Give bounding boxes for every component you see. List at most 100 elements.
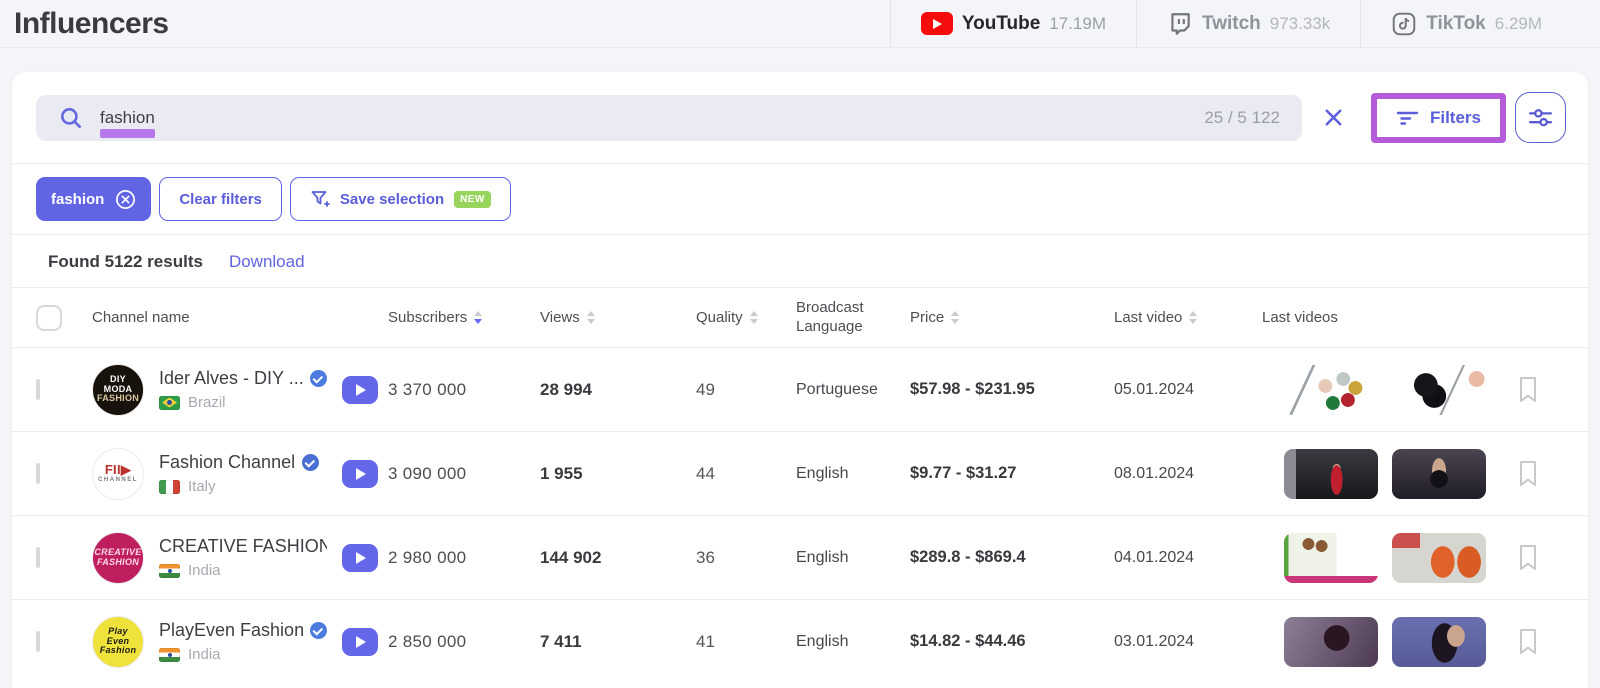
search-row: fashion 25 / 5 122 Filters [12, 72, 1588, 163]
results-counter: 25 / 5 122 [1204, 108, 1280, 128]
advanced-filters-button[interactable] [1515, 92, 1566, 143]
tab-youtube[interactable]: YouTube 17.19M [890, 0, 1136, 48]
youtube-play-button[interactable] [342, 460, 378, 488]
avatar: CREATIVE FASHION [92, 532, 144, 584]
filter-chip-label: fashion [51, 191, 104, 208]
select-all-checkbox[interactable] [36, 305, 62, 331]
verified-icon [310, 370, 327, 387]
search-icon [58, 105, 84, 131]
download-link[interactable]: Download [229, 252, 305, 272]
influencers-panel: fashion 25 / 5 122 Filters [12, 72, 1588, 688]
youtube-play-button[interactable] [342, 544, 378, 572]
tab-tiktok[interactable]: TikTok 6.29M [1360, 0, 1572, 48]
active-filters-row: fashion Clear filters Save selection [12, 164, 1588, 234]
verified-icon [310, 622, 327, 639]
channel-name[interactable]: CREATIVE FASHION [159, 536, 327, 557]
sort-icon-price[interactable] [951, 311, 959, 324]
sort-icon-views[interactable] [587, 311, 595, 324]
twitch-icon [1167, 11, 1193, 37]
page-title: Influencers [14, 7, 169, 41]
video-thumbnail[interactable] [1392, 449, 1486, 499]
results-row: Found 5122 results Download [12, 235, 1588, 287]
bookmark-button[interactable] [1517, 544, 1539, 571]
search-highlight-marker [100, 129, 155, 138]
channel-name[interactable]: PlayEven Fashions [159, 620, 303, 641]
channel-name[interactable]: Ider Alves - DIY ... [159, 368, 303, 389]
header-last-video[interactable]: Last video [1114, 309, 1262, 326]
search-input[interactable]: fashion 25 / 5 122 [36, 95, 1302, 141]
youtube-icon [921, 12, 953, 35]
table-header-row: Channel name Subscribers Views Quality B… [12, 288, 1588, 347]
filter-chip-fashion[interactable]: fashion [36, 177, 151, 221]
header-price[interactable]: Price [910, 309, 1114, 326]
last-video-date: 05.01.2024 [1114, 381, 1262, 399]
sliders-icon [1527, 104, 1554, 131]
tab-twitch[interactable]: Twitch 973.33k [1136, 0, 1360, 48]
views-value: 1 955 [540, 464, 696, 484]
country-flag [159, 648, 180, 662]
quality-value: 36 [696, 548, 796, 568]
new-badge: NEW [454, 191, 491, 208]
youtube-play-button[interactable] [342, 376, 378, 404]
row-checkbox[interactable] [36, 547, 40, 568]
quality-value: 49 [696, 380, 796, 400]
header-last-videos: Last videos [1262, 309, 1488, 326]
language-value: English [796, 633, 910, 651]
bookmark-button[interactable] [1517, 460, 1539, 487]
filters-highlight-annotation: Filters [1371, 93, 1506, 143]
video-thumbnail[interactable] [1392, 617, 1486, 667]
language-value: Portuguese [796, 381, 910, 399]
header-subscribers[interactable]: Subscribers [388, 309, 540, 326]
price-value: $14.82 - $44.46 [910, 632, 1114, 651]
video-thumbnail[interactable] [1284, 449, 1378, 499]
youtube-play-button[interactable] [342, 628, 378, 656]
sort-icon-last-video[interactable] [1189, 311, 1197, 324]
header-quality[interactable]: Quality [696, 309, 796, 326]
bookmark-button[interactable] [1517, 376, 1539, 403]
video-thumbnail[interactable] [1284, 533, 1378, 583]
save-selection-button[interactable]: Save selection NEW [290, 177, 511, 221]
country-flag [159, 396, 180, 410]
views-value: 144 902 [540, 548, 696, 568]
price-value: $57.98 - $231.95 [910, 380, 1114, 399]
row-checkbox[interactable] [36, 379, 40, 400]
topbar: Influencers YouTube 17.19M Twitch 973.33… [0, 0, 1600, 48]
table-row: FII▶ CHANNEL Fashion Channel Italy 3 090… [12, 431, 1588, 515]
chip-remove-icon[interactable] [115, 189, 136, 210]
bookmark-button[interactable] [1517, 628, 1539, 655]
tab-label: YouTube [962, 13, 1040, 35]
avatar: DIY MODA FASHION [92, 364, 144, 416]
video-thumbnail[interactable] [1284, 617, 1378, 667]
quality-value: 44 [696, 464, 796, 484]
row-checkbox[interactable] [36, 463, 40, 484]
table-row: CREATIVE FASHION CREATIVE FASHION India … [12, 515, 1588, 599]
video-thumbnail[interactable] [1392, 365, 1486, 415]
views-value: 7 411 [540, 632, 696, 652]
sort-icon-quality[interactable] [750, 311, 758, 324]
avatar: FII▶ CHANNEL [92, 448, 144, 500]
clear-filters-button[interactable]: Clear filters [159, 177, 282, 221]
row-checkbox[interactable] [36, 631, 40, 652]
language-value: English [796, 549, 910, 567]
country-name: India [188, 646, 221, 663]
video-thumbnail[interactable] [1284, 365, 1378, 415]
funnel-plus-icon [310, 189, 330, 209]
last-video-date: 04.01.2024 [1114, 549, 1262, 567]
tab-label: Twitch [1202, 13, 1261, 35]
subscribers-value: 2 850 000 [388, 632, 540, 652]
video-thumbnail[interactable] [1392, 533, 1486, 583]
country-flag [159, 564, 180, 578]
filters-button[interactable]: Filters [1377, 99, 1500, 137]
sort-icon-subscribers[interactable] [474, 311, 482, 324]
clear-search-button[interactable] [1322, 106, 1345, 129]
results-summary: Found 5122 results [48, 252, 203, 272]
header-views[interactable]: Views [540, 309, 696, 326]
country-name: Brazil [188, 394, 226, 411]
price-value: $9.77 - $31.27 [910, 464, 1114, 483]
last-video-date: 03.01.2024 [1114, 633, 1262, 651]
platform-tabs: YouTube 17.19M Twitch 973.33k [890, 0, 1572, 48]
avatar: Play Even Fashion [92, 616, 144, 668]
channel-name[interactable]: Fashion Channel [159, 452, 295, 473]
views-value: 28 994 [540, 380, 696, 400]
header-broadcast-language: Broadcast Language [796, 299, 910, 337]
